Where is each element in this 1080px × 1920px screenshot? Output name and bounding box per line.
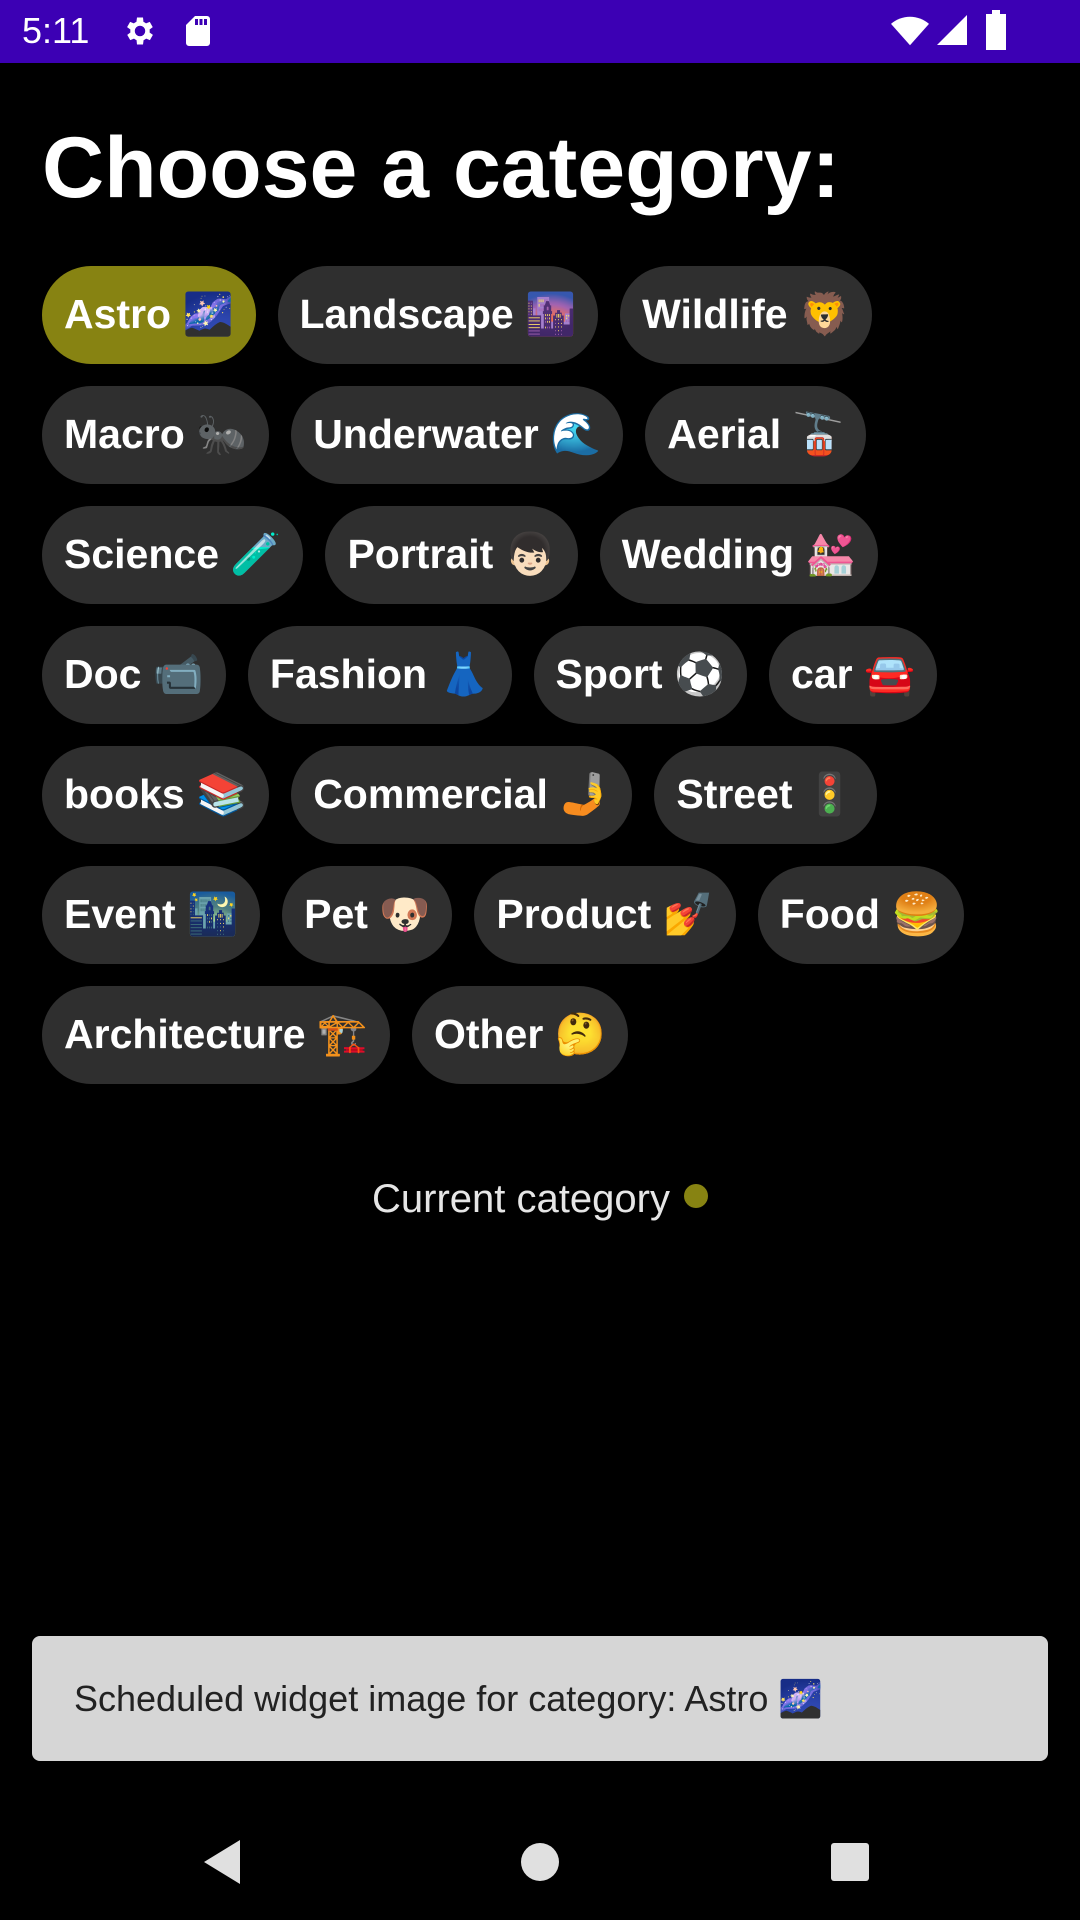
- category-chip-street[interactable]: Street 🚦: [654, 746, 877, 844]
- battery-icon: [984, 10, 1008, 50]
- category-chip-astro[interactable]: Astro 🌌: [42, 266, 256, 364]
- category-chip-doc[interactable]: Doc 📹: [42, 626, 226, 724]
- current-category: Current category: [0, 1174, 1080, 1224]
- category-chip-other[interactable]: Other 🤔: [411, 986, 628, 1084]
- category-chip-architecture[interactable]: Architecture 🏗️: [42, 986, 390, 1084]
- chip-row: Science 🧪 Portrait 👦🏻 Wedding 💒: [42, 506, 879, 604]
- category-chip-car[interactable]: car 🚘: [769, 626, 938, 724]
- current-category-dot: [683, 1184, 708, 1208]
- chip-row: Macro 🐜 Underwater 🌊 Aerial 🚡: [42, 386, 866, 484]
- category-chip-underwater[interactable]: Underwater 🌊: [291, 386, 624, 484]
- category-chip-pet[interactable]: Pet 🐶: [282, 866, 453, 964]
- category-chip-event[interactable]: Event 🌃: [42, 866, 261, 964]
- category-chip-product[interactable]: Product 💅: [474, 866, 736, 964]
- category-chip-landscape[interactable]: Landscape 🌆: [277, 266, 599, 364]
- gear-icon: [122, 13, 158, 49]
- navigation-bar: [0, 1792, 1080, 1920]
- sd-card-icon: [180, 13, 216, 49]
- category-chip-portrait[interactable]: Portrait 👦🏻: [325, 506, 578, 604]
- category-chip-macro[interactable]: Macro 🐜: [42, 386, 270, 484]
- chip-row: Doc 📹 Fashion 👗 Sport ⚽ car 🚘: [42, 626, 938, 724]
- wifi-icon: [890, 12, 930, 50]
- chip-row: Event 🌃 Pet 🐶 Product 💅 Food 🍔: [42, 866, 965, 964]
- status-time: 5:11: [22, 10, 90, 51]
- status-bar: 5:11: [0, 0, 1080, 63]
- category-chip-wildlife[interactable]: Wildlife 🦁: [620, 266, 872, 364]
- category-chip-books[interactable]: books 📚: [42, 746, 270, 844]
- category-chip-wedding[interactable]: Wedding 💒: [599, 506, 879, 604]
- chip-row: Architecture 🏗️ Other 🤔: [42, 986, 628, 1084]
- category-chip-food[interactable]: Food 🍔: [757, 866, 965, 964]
- snackbar: Scheduled widget image for category: Ast…: [32, 1636, 1048, 1761]
- signal-icon: [934, 12, 970, 48]
- page-title: Choose a category:: [42, 120, 841, 216]
- current-category-label: Current category: [372, 1177, 670, 1221]
- chip-row: books 📚 Commercial 🤳 Street 🚦: [42, 746, 877, 844]
- chip-row: Astro 🌌 Landscape 🌆 Wildlife 🦁: [42, 266, 872, 364]
- recents-icon[interactable]: [820, 1832, 880, 1892]
- back-icon[interactable]: [196, 1832, 256, 1892]
- category-chip-sport[interactable]: Sport ⚽: [533, 626, 748, 724]
- home-icon[interactable]: [510, 1832, 570, 1892]
- category-chip-commercial[interactable]: Commercial 🤳: [291, 746, 633, 844]
- category-chip-science[interactable]: Science 🧪: [42, 506, 304, 604]
- snackbar-text: Scheduled widget image for category: Ast…: [74, 1677, 824, 1719]
- category-chip-fashion[interactable]: Fashion 👗: [247, 626, 512, 724]
- category-chip-aerial[interactable]: Aerial 🚡: [645, 386, 866, 484]
